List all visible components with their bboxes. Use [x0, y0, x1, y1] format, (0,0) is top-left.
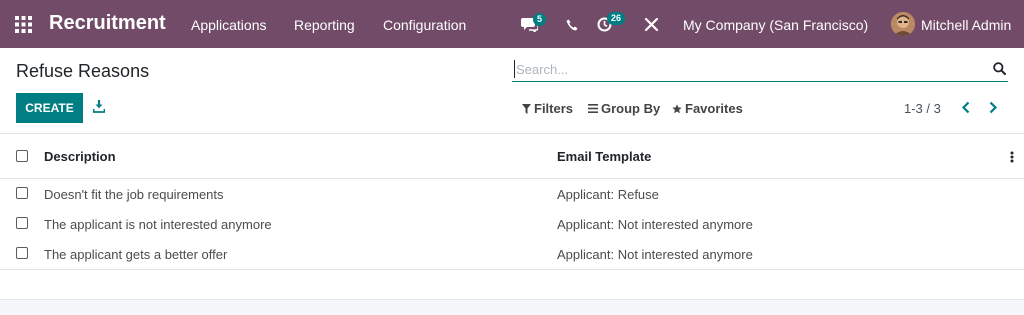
optional-columns-kebab-icon[interactable] [1010, 150, 1014, 168]
table-row[interactable]: The applicant is not interested anymore … [0, 209, 1024, 240]
table-row[interactable]: Doesn't fit the job requirements Applica… [0, 179, 1024, 210]
table-row[interactable]: The applicant gets a better offer Applic… [0, 239, 1024, 270]
page-title: Refuse Reasons [16, 61, 150, 81]
row-checkbox[interactable] [16, 187, 28, 199]
column-header-description[interactable]: Description [44, 149, 116, 164]
phone-icon[interactable] [566, 18, 578, 36]
search-icon[interactable] [993, 62, 1006, 80]
menu-configuration[interactable]: Configuration [383, 17, 466, 33]
apps-menu-icon[interactable] [15, 16, 32, 33]
search-bar [512, 58, 1008, 82]
filter-icon [522, 103, 531, 114]
favorites-toggle[interactable]: Favorites [672, 101, 743, 116]
filters-toggle[interactable]: Filters [522, 101, 573, 116]
create-button[interactable]: CREATE [16, 93, 83, 123]
pager-next-chevron-icon[interactable] [988, 101, 998, 119]
star-icon [672, 103, 682, 113]
search-input[interactable] [514, 60, 974, 78]
company-switcher[interactable]: My Company (San Francisco) [683, 17, 868, 33]
email-template-cell: Applicant: Refuse [557, 187, 659, 202]
pager-value[interactable]: 1-3 / 3 [904, 101, 941, 116]
user-menu[interactable]: Mitchell Admin [921, 17, 1011, 33]
user-avatar[interactable] [891, 12, 915, 36]
activities-badge: 26 [607, 12, 626, 25]
description-cell: The applicant is not interested anymore [44, 217, 272, 232]
row-checkbox[interactable] [16, 247, 28, 259]
list-footer [0, 299, 1024, 315]
description-cell: Doesn't fit the job requirements [44, 187, 224, 202]
row-checkbox[interactable] [16, 217, 28, 229]
groupby-bars-icon [588, 104, 598, 113]
groupby-label: Group By [601, 101, 661, 116]
app-brand[interactable]: Recruitment [49, 12, 166, 35]
menu-reporting[interactable]: Reporting [294, 17, 355, 33]
pager-previous-chevron-icon[interactable] [961, 101, 971, 119]
table-header: Description Email Template [0, 134, 1024, 179]
email-template-cell: Applicant: Not interested anymore [557, 217, 753, 232]
top-navbar: Recruitment Applications Reporting Confi… [0, 0, 1024, 48]
description-cell: The applicant gets a better offer [44, 247, 228, 262]
tools-icon[interactable] [644, 17, 659, 36]
email-template-cell: Applicant: Not interested anymore [557, 247, 753, 262]
column-header-email-template[interactable]: Email Template [557, 149, 651, 164]
download-icon[interactable] [92, 100, 106, 118]
menu-applications[interactable]: Applications [191, 17, 267, 33]
groupby-toggle[interactable]: Group By [588, 101, 660, 116]
favorites-label: Favorites [685, 101, 743, 116]
select-all-checkbox[interactable] [16, 150, 28, 162]
filters-label: Filters [534, 101, 574, 116]
messages-badge: 5 [533, 13, 547, 26]
